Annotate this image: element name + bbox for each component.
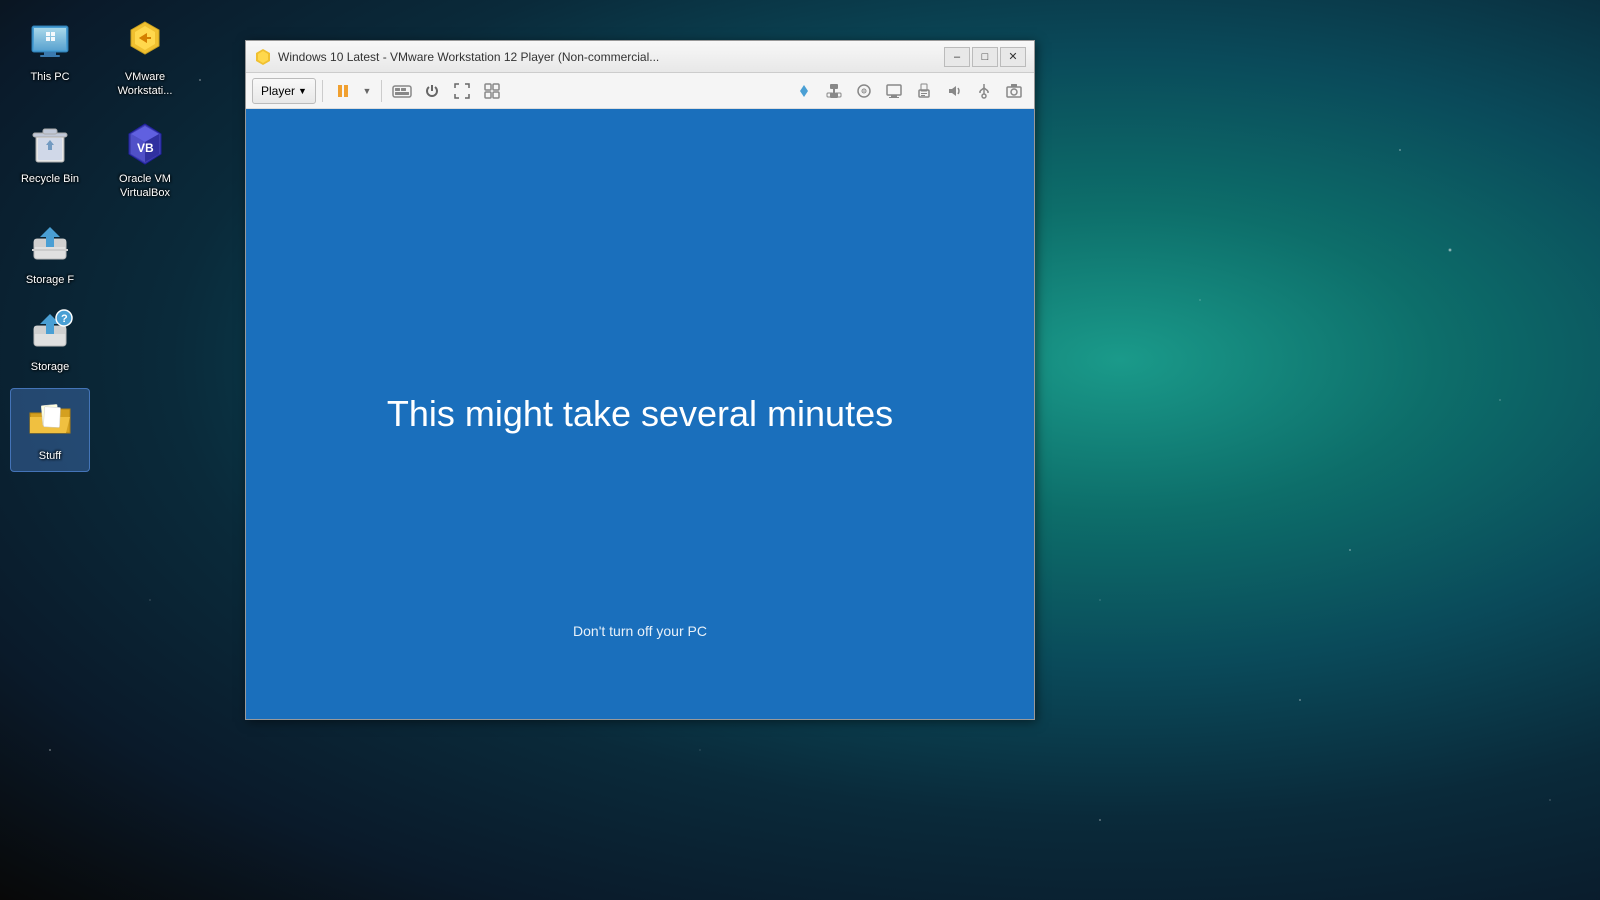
vmware-icon <box>121 18 169 66</box>
quick-switch-button[interactable] <box>790 78 818 104</box>
desktop-icon-virtualbox[interactable]: VB Oracle VM VirtualBox <box>105 112 185 209</box>
storage-label: Storage <box>31 360 70 374</box>
pause-button[interactable] <box>329 78 357 104</box>
player-label: Player <box>261 84 295 98</box>
send-ctrl-alt-del-button[interactable] <box>388 78 416 104</box>
stuff-label: Stuff <box>39 449 61 463</box>
network-button[interactable] <box>820 78 848 104</box>
vm-main-message: This might take several minutes <box>387 393 893 435</box>
cd-dvd-button[interactable] <box>850 78 878 104</box>
title-bar-icon <box>254 48 272 66</box>
vm-screen[interactable]: This might take several minutes Don't tu… <box>246 109 1034 719</box>
player-menu-button[interactable]: Player ▼ <box>252 78 316 104</box>
fullscreen-button[interactable] <box>448 78 476 104</box>
toolbar-sep-2 <box>381 80 382 102</box>
power-button[interactable] <box>418 78 446 104</box>
stuff-icon <box>26 397 74 445</box>
close-button[interactable]: ✕ <box>1000 47 1026 67</box>
desktop-icon-vmware[interactable]: VMware Workstati... <box>105 10 185 107</box>
svg-text:VB: VB <box>137 141 154 155</box>
vm-sub-message: Don't turn off your PC <box>573 623 707 639</box>
svg-text:?: ? <box>61 313 68 325</box>
desktop-icon-recycle-bin[interactable]: Recycle Bin <box>10 112 90 209</box>
sound-button[interactable] <box>940 78 968 104</box>
title-bar-text: Windows 10 Latest - VMware Workstation 1… <box>278 50 938 64</box>
this-pc-label: This PC <box>30 70 69 84</box>
usb-button[interactable] <box>970 78 998 104</box>
toolbar: Player ▼ ▼ <box>246 73 1034 109</box>
maximize-button[interactable]: □ <box>972 47 998 67</box>
pause-dropdown-button[interactable]: ▼ <box>359 78 375 104</box>
virtualbox-label: Oracle VM VirtualBox <box>109 172 181 201</box>
vmware-window: Windows 10 Latest - VMware Workstation 1… <box>245 40 1035 720</box>
unity-button[interactable] <box>478 78 506 104</box>
toolbar-sep-1 <box>322 80 323 102</box>
title-bar: Windows 10 Latest - VMware Workstation 1… <box>246 41 1034 73</box>
desktop-icon-this-pc[interactable]: This PC <box>10 10 90 107</box>
storage-f-icon <box>26 221 74 269</box>
this-pc-icon <box>26 18 74 66</box>
print-button[interactable] <box>910 78 938 104</box>
desktop-icons-container: This PC VMware Workstati... <box>10 10 195 472</box>
recycle-bin-label: Recycle Bin <box>21 172 79 186</box>
desktop-icon-storage-f[interactable]: Storage F <box>10 213 90 295</box>
desktop-icon-storage[interactable]: ? Storage <box>10 300 90 382</box>
desktop-icon-stuff[interactable]: Stuff <box>10 388 90 472</box>
minimize-button[interactable]: – <box>944 47 970 67</box>
storage-f-label: Storage F <box>26 273 74 287</box>
window-controls: – □ ✕ <box>944 47 1026 67</box>
snapshot-button[interactable] <box>1000 78 1028 104</box>
recycle-bin-icon <box>26 120 74 168</box>
desktop: This PC VMware Workstati... <box>0 0 1600 900</box>
virtualbox-icon: VB <box>121 120 169 168</box>
display-button[interactable] <box>880 78 908 104</box>
storage-icon: ? <box>26 308 74 356</box>
player-dropdown-icon: ▼ <box>298 86 307 96</box>
vmware-label: VMware Workstati... <box>109 70 181 99</box>
